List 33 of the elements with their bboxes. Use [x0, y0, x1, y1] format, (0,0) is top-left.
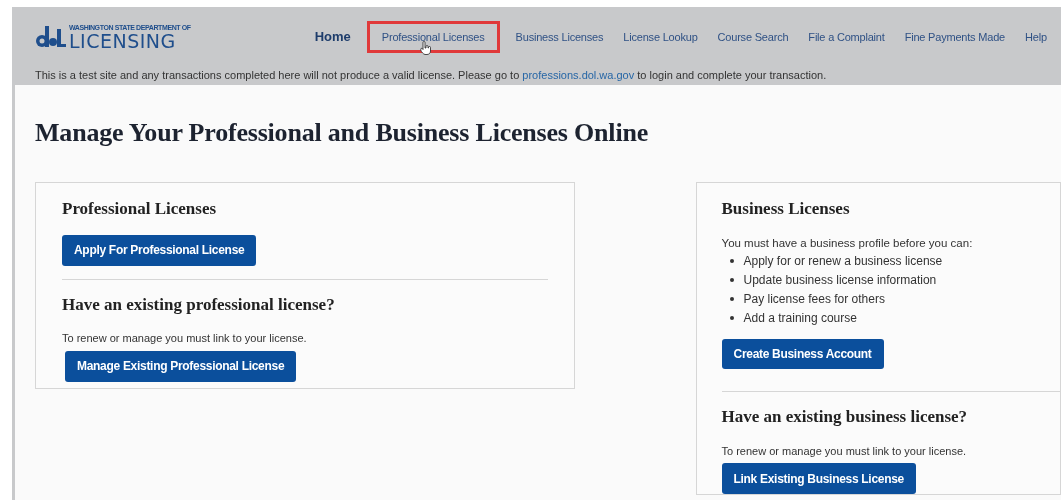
nav-link[interactable]: Business Licenses	[511, 20, 608, 54]
nav-link[interactable]: Fine Payments Made	[900, 20, 1009, 54]
list-item: Add a training course	[743, 309, 857, 327]
nav-link[interactable]: Home	[310, 19, 355, 55]
section-title: Have an existing business license?	[721, 406, 969, 429]
logo-title: LICENSING	[69, 32, 177, 50]
list-item: Pay license fees for others	[743, 290, 885, 308]
action-button[interactable]: Manage Existing Professional License	[65, 350, 297, 382]
list-item: Apply for or renew a business license	[743, 252, 943, 270]
bullet-icon	[729, 277, 734, 282]
hand-cursor-icon	[419, 40, 432, 55]
bullet-icon	[729, 296, 734, 301]
test-site-notice: This is a test site and any transactions completed here will not produce a valid license. Please go to professions.dol.wa.gov to login and complete your transaction.	[34, 68, 828, 83]
notice-link[interactable]: professions.dol.wa.gov	[522, 69, 635, 81]
nav-link[interactable]: License Lookup	[619, 20, 702, 54]
help-text: To renew or manage you must link to your license.	[721, 443, 968, 459]
help-text: To renew or manage you must link to your license.	[62, 331, 308, 346]
bullet-icon	[729, 258, 734, 263]
card-title: Professional Licenses	[62, 198, 218, 220]
nav-link[interactable]: Help	[1021, 20, 1051, 54]
list-item: Update business license information	[743, 271, 937, 289]
nav-link[interactable]: Professional Licenses	[366, 20, 500, 54]
page-title: Manage Your Professional and Business Licenses Online	[35, 117, 649, 149]
nav-link[interactable]: Course Search	[713, 20, 793, 54]
logo-icon	[36, 25, 66, 49]
bullet-icon	[729, 315, 734, 320]
action-button[interactable]: Link Existing Business License	[721, 463, 916, 494]
nav-link[interactable]: File a Complaint	[804, 20, 889, 54]
action-button[interactable]: Create Business Account	[721, 338, 884, 370]
card-title: Business Licenses	[721, 198, 851, 220]
section-title: Have an existing professional license?	[62, 293, 336, 316]
action-button[interactable]: Apply For Professional License	[62, 234, 257, 266]
intro-text: You must have a business profile before you can:	[721, 235, 974, 251]
